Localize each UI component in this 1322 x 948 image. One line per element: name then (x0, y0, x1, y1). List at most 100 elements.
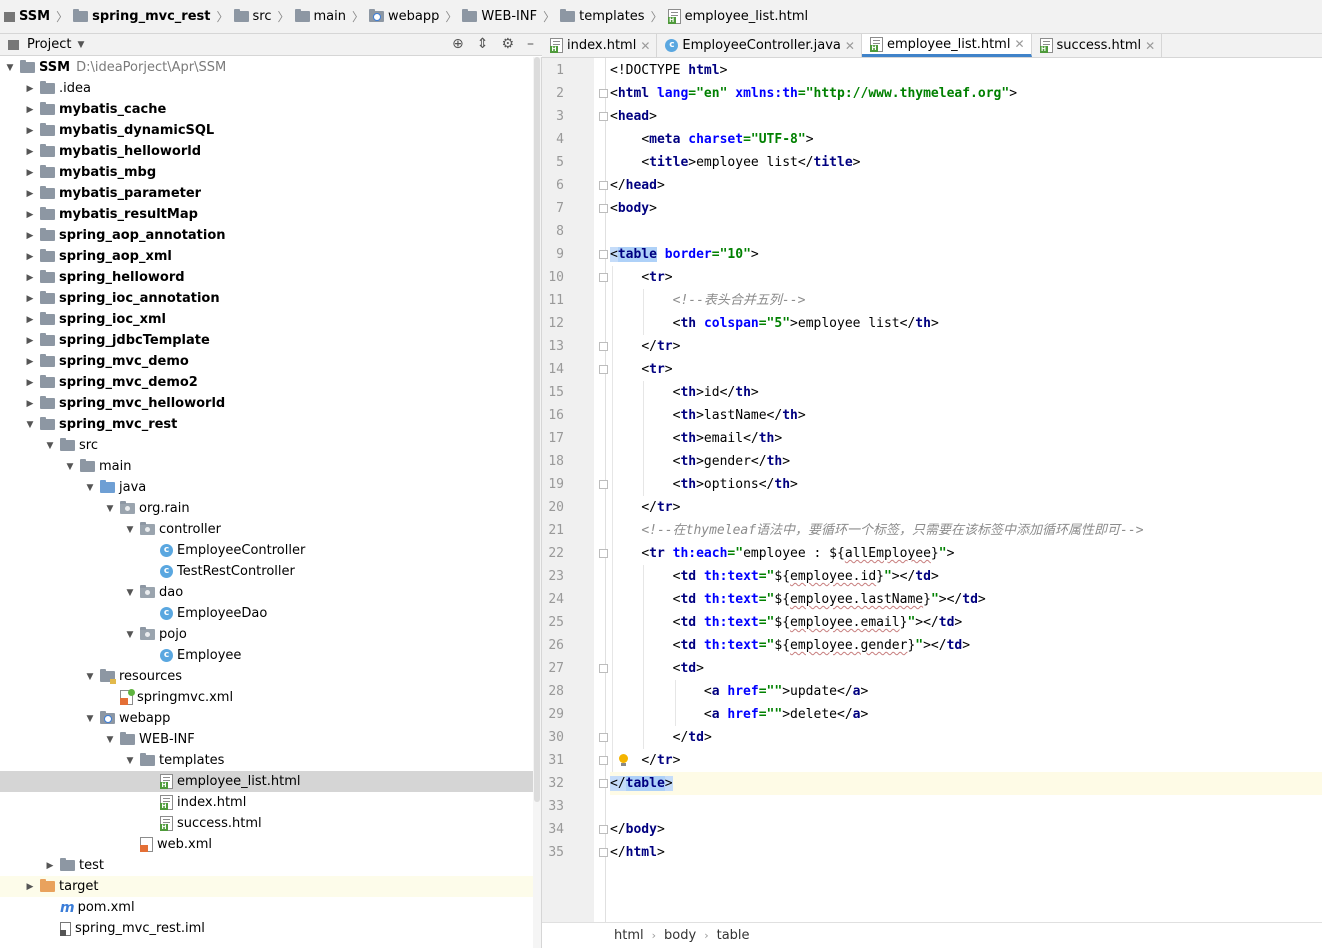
tree-item[interactable]: ▼ resources (0, 666, 541, 687)
fold-marker-icon[interactable] (599, 848, 608, 857)
fold-marker-icon[interactable] (599, 112, 608, 121)
code-line[interactable]: <title>employee list</title> (610, 151, 1322, 174)
tree-item[interactable]: ▶ mybatis_cache (0, 99, 541, 120)
chevron-down-icon[interactable]: ▼ (24, 420, 36, 430)
code-line[interactable]: <th>id</th> (610, 381, 1322, 404)
tree-item[interactable]: springmvc.xml (0, 687, 541, 708)
tree-item[interactable]: c Employee (0, 645, 541, 666)
tree-item[interactable]: c EmployeeDao (0, 603, 541, 624)
close-icon[interactable]: ✕ (845, 39, 855, 53)
chevron-down-icon[interactable]: ▼ (124, 756, 136, 766)
chevron-down-icon[interactable]: ▼ (124, 525, 136, 535)
tree-item[interactable]: employee_list.html (0, 771, 541, 792)
tree-item[interactable]: index.html (0, 792, 541, 813)
tree-item[interactable]: ▼ controller (0, 519, 541, 540)
chevron-down-icon[interactable]: ▼ (84, 714, 96, 724)
chevron-right-icon[interactable]: ▶ (24, 273, 36, 283)
code-line[interactable]: <!--表头合并五列--> (610, 289, 1322, 312)
tree-item[interactable]: c EmployeeController (0, 540, 541, 561)
chevron-right-icon[interactable]: ▶ (24, 252, 36, 262)
chevron-right-icon[interactable]: ▶ (24, 336, 36, 346)
code-line[interactable]: <tr> (610, 358, 1322, 381)
chevron-right-icon[interactable]: ▶ (24, 378, 36, 388)
chevron-right-icon[interactable]: ▶ (24, 294, 36, 304)
fold-marker-icon[interactable] (599, 89, 608, 98)
code-line[interactable]: </html> (610, 841, 1322, 864)
tree-item[interactable]: c TestRestController (0, 561, 541, 582)
fold-marker-icon[interactable] (599, 181, 608, 190)
breadcrumb-item[interactable]: src 〉 (233, 8, 295, 25)
tree-item[interactable]: ▼ dao (0, 582, 541, 603)
chevron-down-icon[interactable]: ▼ (84, 483, 96, 493)
tree-item[interactable]: ▶ spring_helloword (0, 267, 541, 288)
fold-marker-icon[interactable] (599, 779, 608, 788)
fold-marker-icon[interactable] (599, 342, 608, 351)
chevron-right-icon[interactable]: ▶ (24, 357, 36, 367)
chevron-down-icon[interactable]: ▼ (4, 63, 16, 73)
code-line[interactable]: <th>lastName</th> (610, 404, 1322, 427)
fold-marker-icon[interactable] (599, 664, 608, 673)
close-icon[interactable]: ✕ (1014, 37, 1024, 51)
tree-item[interactable]: ▼ main (0, 456, 541, 477)
code-line[interactable]: <!--在thymeleaf语法中，要循环一个标签，只需要在该标签中添加循环属性… (610, 519, 1322, 542)
chevron-down-icon[interactable]: ▼ (124, 630, 136, 640)
code-line[interactable]: <th>options</th> (610, 473, 1322, 496)
code-line[interactable]: </tr> (610, 496, 1322, 519)
tree-item[interactable]: ▶ spring_mvc_helloworld (0, 393, 541, 414)
code-line[interactable]: </tr> (610, 749, 1322, 772)
collapse-icon[interactable]: ⇕ (477, 36, 489, 52)
tree-item[interactable]: ▶ spring_mvc_demo2 (0, 372, 541, 393)
tree-item[interactable]: spring_mvc_rest.iml (0, 918, 541, 939)
breadcrumb-item[interactable]: WEB-INF 〉 (462, 8, 560, 25)
tree-item[interactable]: ▶ target (0, 876, 541, 897)
lightbulb-icon[interactable] (618, 754, 628, 766)
tree-item[interactable]: m pom.xml (0, 897, 541, 918)
gear-icon[interactable]: ⚙ (501, 36, 514, 52)
tree-item[interactable]: ▶ spring_ioc_annotation (0, 288, 541, 309)
chevron-right-icon[interactable]: ▶ (24, 105, 36, 115)
editor-tab[interactable]: success.html✕ (1032, 34, 1163, 57)
code-line[interactable]: <td th:text="${employee.email}"></td> (610, 611, 1322, 634)
fold-marker-icon[interactable] (599, 756, 608, 765)
tree-item[interactable]: web.xml (0, 834, 541, 855)
code-line[interactable]: <body> (610, 197, 1322, 220)
code-line[interactable]: <td th:text="${employee.lastName}"></td> (610, 588, 1322, 611)
code-line[interactable] (610, 795, 1322, 818)
tree-item[interactable]: ▼ spring_mvc_rest (0, 414, 541, 435)
chevron-right-icon[interactable]: ▶ (24, 168, 36, 178)
code-line[interactable]: </head> (610, 174, 1322, 197)
tree-item[interactable]: ▶ spring_jdbcTemplate (0, 330, 541, 351)
code-line[interactable]: <th>gender</th> (610, 450, 1322, 473)
chevron-down-icon[interactable]: ▼ (77, 40, 84, 50)
editor-tab[interactable]: c EmployeeController.java ✕ (657, 34, 862, 57)
tree-item[interactable]: ▼ SSM D:\ideaPorject\Apr\SSM (0, 57, 541, 78)
tree-item[interactable]: ▼ src (0, 435, 541, 456)
status-breadcrumb-item[interactable]: table (717, 928, 750, 943)
chevron-right-icon[interactable]: ▶ (24, 126, 36, 136)
close-icon[interactable]: ✕ (1145, 39, 1155, 53)
editor-tab[interactable]: index.html✕ (542, 34, 658, 57)
code-line[interactable]: <!DOCTYPE html> (610, 59, 1322, 82)
chevron-right-icon[interactable]: ▶ (24, 882, 36, 892)
tree-item[interactable]: ▶ mybatis_helloworld (0, 141, 541, 162)
code-line[interactable]: <th>email</th> (610, 427, 1322, 450)
tree-item[interactable]: ▼ webapp (0, 708, 541, 729)
breadcrumb-item[interactable]: templates 〉 (560, 8, 667, 25)
code-line[interactable]: </body> (610, 818, 1322, 841)
breadcrumb-item[interactable]: spring_mvc_rest 〉 (73, 8, 233, 25)
tree-item[interactable]: ▶ mybatis_resultMap (0, 204, 541, 225)
status-breadcrumb-item[interactable]: html (614, 928, 644, 943)
code-line[interactable] (610, 220, 1322, 243)
fold-marker-icon[interactable] (599, 365, 608, 374)
fold-marker-icon[interactable] (599, 549, 608, 558)
code-line[interactable]: </td> (610, 726, 1322, 749)
code-line[interactable]: <td th:text="${employee.gender}"></td> (610, 634, 1322, 657)
chevron-right-icon[interactable]: ▶ (24, 231, 36, 241)
tree-item[interactable]: ▼ pojo (0, 624, 541, 645)
tree-item[interactable]: ▶ spring_ioc_xml (0, 309, 541, 330)
code-line[interactable]: <table border="10"> (610, 243, 1322, 266)
breadcrumb-item[interactable]: main 〉 (294, 8, 370, 25)
locate-icon[interactable]: ⊕ (452, 36, 464, 52)
tree-item[interactable]: ▶ mybatis_mbg (0, 162, 541, 183)
project-tree[interactable]: ▼ SSM D:\ideaPorject\Apr\SSM ▶ .idea ▶ mybatis… (0, 57, 542, 948)
